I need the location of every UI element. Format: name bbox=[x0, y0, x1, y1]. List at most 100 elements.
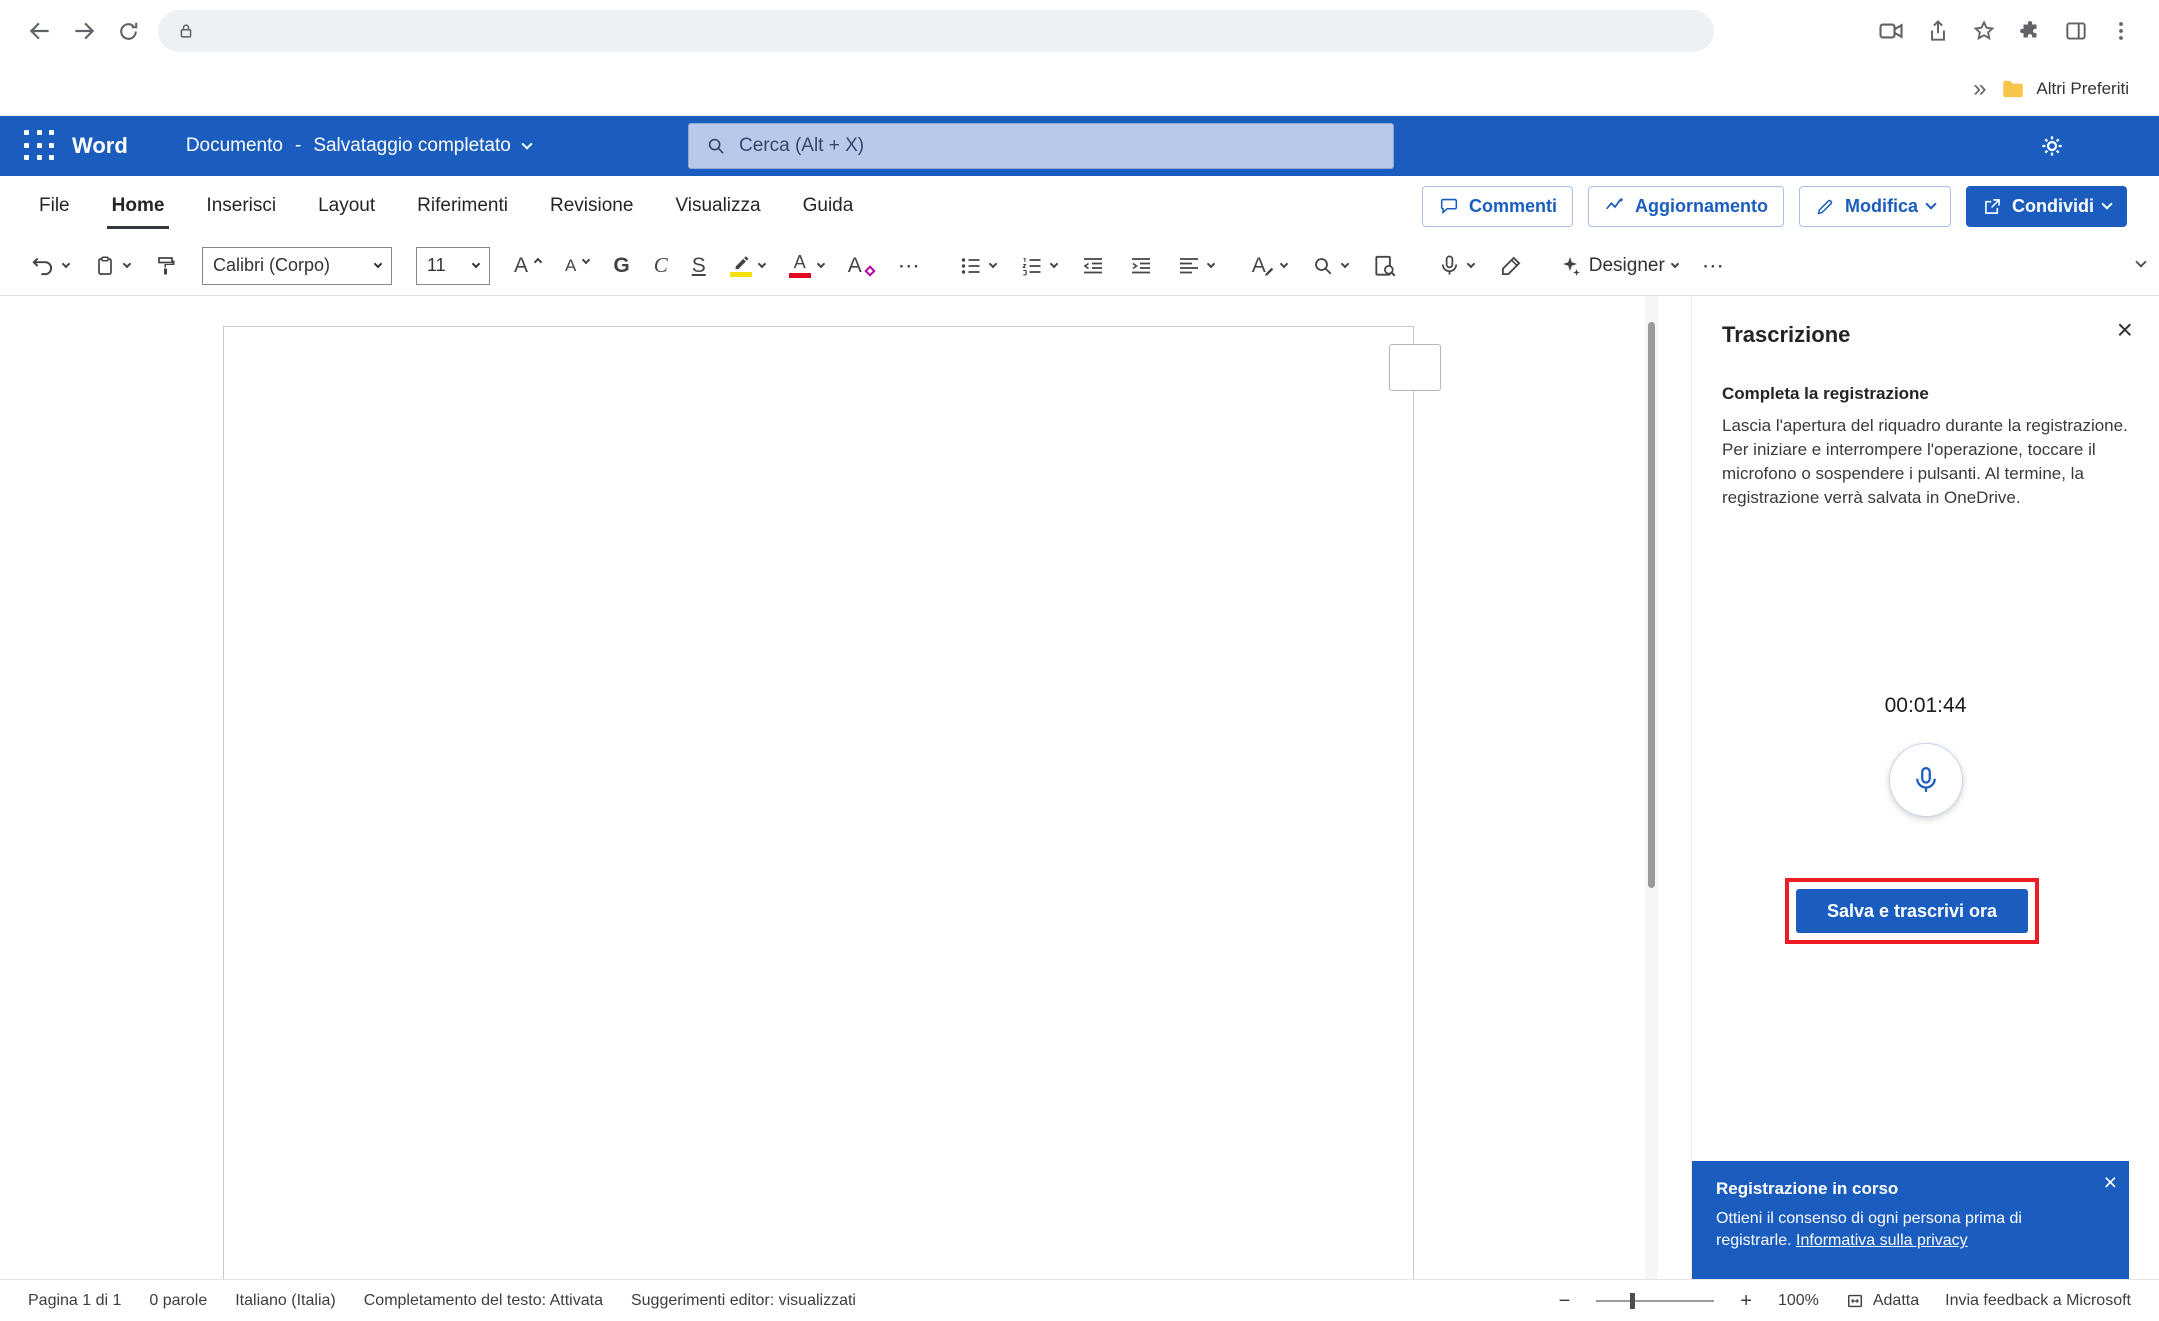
editor-suggestions-indicator[interactable]: Suggerimenti editor: visualizzati bbox=[631, 1292, 856, 1310]
editor-pen-icon bbox=[1498, 253, 1524, 279]
styles-button[interactable]: A bbox=[1252, 255, 1287, 276]
font-name-combo[interactable]: Calibri (Corpo) bbox=[202, 247, 392, 285]
sparkle-icon bbox=[1558, 254, 1582, 278]
status-bar: Pagina 1 di 1 0 parole Italiano (Italia)… bbox=[0, 1279, 2159, 1321]
browser-back-button[interactable] bbox=[18, 9, 62, 53]
decrease-indent-button[interactable] bbox=[1081, 254, 1105, 278]
search-input[interactable] bbox=[739, 135, 1377, 157]
increase-indent-button[interactable] bbox=[1129, 254, 1153, 278]
share-page-button[interactable] bbox=[1925, 18, 1951, 44]
side-panel-button[interactable] bbox=[2063, 18, 2089, 44]
comments-label: Commenti bbox=[1469, 196, 1557, 217]
find-button[interactable] bbox=[1311, 254, 1348, 278]
extensions-button[interactable] bbox=[2017, 18, 2043, 44]
gear-icon bbox=[2037, 131, 2067, 161]
designer-button[interactable]: Designer bbox=[1558, 254, 1678, 278]
feedback-link[interactable]: Invia feedback a Microsoft bbox=[1945, 1292, 2131, 1310]
share-label: Condividi bbox=[2012, 196, 2094, 217]
address-bar[interactable] bbox=[158, 10, 1714, 52]
format-painter-button[interactable] bbox=[154, 254, 178, 278]
tab-guida[interactable]: Guida bbox=[782, 176, 875, 236]
font-color-glyph: A bbox=[794, 253, 806, 271]
zoom-in-button[interactable]: + bbox=[1740, 1291, 1752, 1311]
panel-close-button[interactable]: × bbox=[2117, 316, 2133, 344]
zoom-slider[interactable] bbox=[1596, 1300, 1714, 1302]
editing-mode-button[interactable]: Modifica bbox=[1799, 186, 1951, 227]
highlight-color-button[interactable] bbox=[730, 254, 765, 277]
browser-forward-button[interactable] bbox=[62, 9, 106, 53]
bold-button[interactable]: G bbox=[613, 255, 629, 276]
page-count[interactable]: Pagina 1 di 1 bbox=[28, 1292, 121, 1310]
tab-revisione[interactable]: Revisione bbox=[529, 176, 654, 236]
fit-to-page-button[interactable]: Adatta bbox=[1845, 1291, 1919, 1311]
tab-layout[interactable]: Layout bbox=[297, 176, 396, 236]
document-page[interactable] bbox=[223, 326, 1414, 1279]
bookmarks-bar: » Altri Preferiti bbox=[0, 62, 2159, 116]
fit-page-icon bbox=[1845, 1291, 1865, 1311]
search-box[interactable] bbox=[688, 123, 1394, 169]
format-painter-icon bbox=[154, 254, 178, 278]
bookmarks-overflow-button[interactable]: » bbox=[1973, 75, 1986, 103]
browser-reload-button[interactable] bbox=[106, 9, 150, 53]
scrollbar-thumb[interactable] bbox=[1648, 322, 1655, 888]
chevron-down-icon bbox=[2101, 198, 2112, 209]
numbered-list-button[interactable] bbox=[1020, 254, 1057, 278]
font-size-combo[interactable]: 11 bbox=[416, 247, 490, 285]
clear-formatting-button[interactable]: A bbox=[848, 255, 874, 276]
zoom-level[interactable]: 100% bbox=[1778, 1292, 1819, 1310]
search-document-button[interactable] bbox=[1372, 253, 1398, 279]
editing-mode-label: Modifica bbox=[1845, 196, 1918, 217]
word-count[interactable]: 0 parole bbox=[149, 1292, 207, 1310]
paste-button[interactable] bbox=[93, 254, 130, 278]
app-launcher-button[interactable] bbox=[24, 130, 56, 162]
browser-menu-button[interactable] bbox=[2109, 19, 2133, 43]
underline-button[interactable]: S bbox=[692, 255, 706, 276]
tab-riferimenti[interactable]: Riferimenti bbox=[396, 176, 529, 236]
tab-visualizza[interactable]: Visualizza bbox=[654, 176, 781, 236]
pause-recording-button[interactable] bbox=[1889, 743, 1963, 817]
clear-format-glyph: A bbox=[848, 255, 862, 276]
align-text-icon bbox=[1177, 254, 1201, 278]
video-call-button[interactable] bbox=[1877, 17, 1905, 45]
more-toolbar-options-button[interactable]: ⋯ bbox=[1702, 255, 1725, 277]
undo-button[interactable] bbox=[30, 253, 69, 279]
editor-button[interactable] bbox=[1498, 253, 1524, 279]
collapse-ribbon-button[interactable] bbox=[2135, 256, 2146, 267]
shrink-font-button[interactable]: A bbox=[565, 257, 589, 274]
more-font-options-button[interactable]: ⋯ bbox=[898, 255, 921, 277]
comments-button[interactable]: Commenti bbox=[1422, 186, 1573, 227]
alignment-button[interactable] bbox=[1177, 254, 1214, 278]
back-arrow-icon bbox=[27, 18, 53, 44]
document-scrollbar[interactable] bbox=[1645, 296, 1658, 1279]
language-indicator[interactable]: Italiano (Italia) bbox=[235, 1292, 336, 1310]
document-title-group[interactable]: Documento - Salvataggio completato bbox=[186, 135, 531, 157]
dictate-button[interactable] bbox=[1438, 254, 1474, 277]
grow-font-button[interactable]: A bbox=[514, 255, 541, 277]
bullet-list-button[interactable] bbox=[959, 254, 996, 278]
tab-file[interactable]: File bbox=[18, 176, 91, 236]
other-bookmarks-button[interactable]: Altri Preferiti bbox=[2000, 76, 2129, 102]
chevron-down-icon bbox=[62, 259, 70, 267]
italic-button[interactable]: C bbox=[654, 255, 668, 276]
comment-placeholder[interactable] bbox=[1389, 344, 1441, 391]
chevron-down-icon bbox=[374, 259, 382, 267]
bookmark-star-button[interactable] bbox=[1971, 18, 1997, 44]
save-and-transcribe-button[interactable]: Salva e trascrivi ora bbox=[1796, 889, 2028, 933]
clipboard-icon bbox=[93, 254, 117, 278]
grow-font-glyph: A bbox=[514, 255, 528, 276]
style-pen-icon bbox=[1263, 265, 1276, 278]
text-completion-indicator[interactable]: Completamento del testo: Attivata bbox=[364, 1292, 603, 1310]
tab-home[interactable]: Home bbox=[91, 176, 186, 236]
tab-inserisci[interactable]: Inserisci bbox=[185, 176, 297, 236]
activity-line-icon bbox=[1604, 195, 1626, 217]
font-color-button[interactable]: A bbox=[789, 253, 824, 278]
zoom-slider-thumb[interactable] bbox=[1630, 1293, 1635, 1309]
video-camera-icon bbox=[1877, 17, 1905, 45]
settings-button[interactable] bbox=[2037, 131, 2067, 161]
share-button[interactable]: Condividi bbox=[1966, 186, 2127, 227]
privacy-policy-link[interactable]: Informativa sulla privacy bbox=[1796, 1232, 1968, 1249]
chevron-down-icon bbox=[1050, 259, 1058, 267]
toast-close-button[interactable]: × bbox=[2104, 1169, 2117, 1196]
catch-up-button[interactable]: Aggiornamento bbox=[1588, 186, 1784, 227]
zoom-out-button[interactable]: − bbox=[1559, 1291, 1571, 1311]
